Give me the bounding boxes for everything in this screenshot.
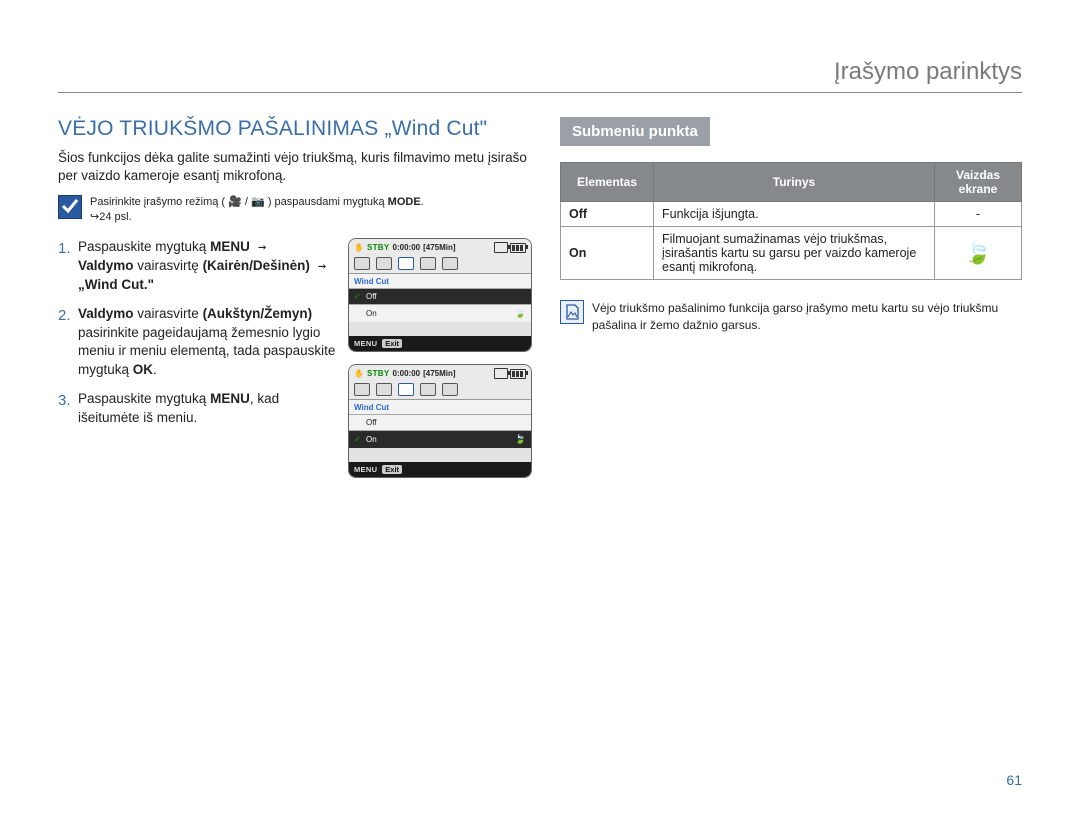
menu-row-off-selected: ✓ Off	[349, 288, 531, 304]
step-2: 2. Valdymo vairasvirte (Aukštyn/Žemyn) p…	[58, 305, 338, 381]
video-mode-icon: 🎥	[228, 196, 242, 208]
note-icon	[560, 300, 584, 324]
menu-tab-icon	[420, 383, 436, 396]
card-icon	[494, 368, 508, 379]
camera-screen-2: ✋ STBY 0:00:00 [475Min]	[348, 364, 532, 478]
cell-display: 🍃	[935, 227, 1022, 280]
note-block: Vėjo triukšmo pašalinimo funkcija garso …	[560, 300, 1022, 334]
battery-icon	[510, 243, 526, 253]
submenu-table: Elementas Turinys Vaizdas ekrane Off Fun…	[560, 162, 1022, 280]
precheck-text: Pasirinkite įrašymo režimą ( 🎥 / 📷 ) pas…	[90, 195, 424, 224]
cell-content: Funkcija išjungta.	[654, 202, 935, 227]
menu-row-on-selected: ✓ On 🍃	[349, 430, 531, 448]
left-column: VĖJO TRIUKŠMO PAŠALINIMAS „Wind Cut" Šio…	[58, 117, 532, 490]
menu-title: Wind Cut	[349, 274, 531, 288]
precheck-icon	[58, 195, 82, 219]
check-icon: ✓	[354, 435, 363, 444]
steps: 1. Paspauskite mygtuką MENU → Valdymo va…	[58, 238, 338, 490]
wind-icon: 🍃	[515, 308, 526, 319]
th-display: Vaizdas ekrane	[935, 163, 1022, 202]
section-title: Įrašymo parinktys	[834, 58, 1022, 85]
intro-text: Šios funkcijos dėka galite sumažinti vėj…	[58, 149, 532, 185]
menu-tab-icon-selected	[398, 257, 414, 270]
menu-tab-icon	[442, 257, 458, 270]
table-row: Off Funkcija išjungta. -	[561, 202, 1022, 227]
page-number: 61	[1006, 772, 1022, 788]
menu-tab-icon	[354, 257, 370, 270]
menu-tab-icon	[376, 383, 392, 396]
menu-row-on: On 🍃	[349, 304, 531, 322]
remaining: [475Min]	[423, 243, 455, 252]
menu-tab-icon	[354, 383, 370, 396]
menu-tab-icon-selected	[398, 383, 414, 396]
submenu-heading: Submeniu punkta	[560, 117, 710, 146]
step-1: 1. Paspauskite mygtuką MENU → Valdymo va…	[58, 238, 338, 295]
cell-element: Off	[561, 202, 654, 227]
camera-screenshots: ✋ STBY 0:00:00 [475Min]	[348, 238, 532, 490]
th-content: Turinys	[654, 163, 935, 202]
camera-screen-1: ✋ STBY 0:00:00 [475Min]	[348, 238, 532, 352]
page-header: Įrašymo parinktys	[58, 58, 1022, 93]
step-3: 3. Paspauskite mygtuką MENU, kad išeitum…	[58, 390, 338, 428]
cell-content: Filmuojant sumažinamas vėjo triukšmas, į…	[654, 227, 935, 280]
exit-button-label: Exit	[382, 339, 402, 348]
menu-row-off: Off	[349, 414, 531, 430]
wind-icon: 🍃	[515, 434, 526, 445]
cell-element: On	[561, 227, 654, 280]
th-element: Elementas	[561, 163, 654, 202]
right-column: Submeniu punkta Elementas Turinys Vaizda…	[560, 117, 1022, 490]
page-title: VĖJO TRIUKŠMO PAŠALINIMAS „Wind Cut"	[58, 117, 532, 141]
precheck-block: Pasirinkite įrašymo režimą ( 🎥 / 📷 ) pas…	[58, 195, 532, 224]
wind-cut-icon: 🍃	[964, 240, 991, 265]
hand-icon: ✋	[354, 243, 364, 252]
card-icon	[494, 242, 508, 253]
menu-tab-icon	[420, 257, 436, 270]
hand-icon: ✋	[354, 369, 364, 378]
menu-button-label: MENU	[354, 339, 377, 348]
table-row: On Filmuojant sumažinamas vėjo triukšmas…	[561, 227, 1022, 280]
timecode: 0:00:00	[393, 243, 421, 252]
menu-tab-icon	[442, 383, 458, 396]
cell-display: -	[935, 202, 1022, 227]
note-text: Vėjo triukšmo pašalinimo funkcija garso …	[592, 300, 1022, 334]
battery-icon	[510, 369, 526, 379]
menu-tab-icon	[376, 257, 392, 270]
stby-label: STBY	[367, 243, 390, 252]
photo-mode-icon: 📷	[251, 196, 265, 208]
check-icon: ✓	[354, 292, 363, 301]
